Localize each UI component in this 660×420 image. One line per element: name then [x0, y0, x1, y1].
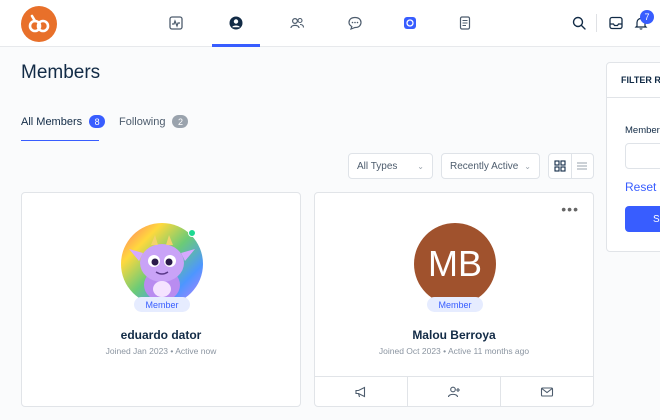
order-by-select[interactable]: Recently Active ⌄: [441, 153, 540, 179]
online-status-dot: [188, 229, 196, 237]
app-icon: [404, 17, 416, 29]
filter-divider: [607, 97, 660, 98]
filter-panel-title: FILTER RE: [621, 75, 660, 85]
more-options-button[interactable]: •••: [561, 202, 579, 216]
list-icon: [577, 162, 588, 170]
connect-button[interactable]: [407, 377, 500, 406]
message-button[interactable]: [500, 377, 593, 406]
inbox-icon: [609, 16, 623, 30]
nav-documents[interactable]: [454, 12, 476, 34]
nav-active-indicator: [212, 44, 260, 47]
chevron-down-icon: ⌄: [524, 161, 531, 171]
add-user-icon: [447, 386, 460, 397]
tab-following[interactable]: Following 2: [119, 115, 189, 128]
filter-submit-button[interactable]: S: [625, 206, 660, 232]
header-divider: [596, 14, 597, 32]
tab-count-badge: 8: [89, 115, 106, 128]
member-role-badge: Member: [427, 297, 483, 312]
member-type-select[interactable]: All Types ⌄: [348, 153, 433, 179]
inbox-button[interactable]: [605, 12, 627, 34]
member-name[interactable]: eduardo dator: [22, 328, 300, 342]
member-name[interactable]: Malou Berroya: [315, 328, 593, 342]
notification-count-badge: 7: [640, 10, 654, 24]
member-actions: [315, 376, 593, 406]
member-card[interactable]: Member eduardo dator Joined Jan 2023 • A…: [21, 192, 301, 407]
profile-icon: [229, 16, 243, 30]
nav-app[interactable]: [399, 12, 421, 34]
envelope-icon: [540, 386, 554, 397]
search-button[interactable]: [568, 12, 590, 34]
grid-icon: [554, 160, 566, 172]
top-bar: 7: [0, 0, 660, 47]
tab-label: Following: [119, 115, 166, 128]
avatar-initials: MB: [428, 243, 482, 284]
nav-messages[interactable]: [344, 12, 366, 34]
member-meta: Joined Jan 2023 • Active now: [105, 346, 217, 356]
page-title: Members: [21, 62, 101, 83]
filter-panel: FILTER RE Member Reset S: [606, 62, 660, 252]
select-value: All Types: [357, 160, 398, 172]
list-view-button[interactable]: [572, 154, 594, 178]
member-role-badge: Member: [134, 297, 190, 312]
avatar[interactable]: MB: [414, 223, 496, 305]
filter-field-label: Member: [625, 125, 660, 136]
tab-label: All Members: [21, 115, 83, 128]
active-tab-underline: [21, 140, 99, 141]
view-toggle: [548, 153, 594, 179]
select-value: Recently Active: [450, 160, 519, 172]
messages-icon: [348, 16, 362, 30]
megaphone-icon: [355, 386, 366, 397]
members-icon: [290, 17, 305, 29]
tab-all-members[interactable]: All Members 8: [21, 115, 106, 128]
activity-icon: [169, 16, 183, 30]
nav-profile[interactable]: [225, 12, 247, 34]
grid-view-button[interactable]: [549, 154, 572, 178]
nav-members[interactable]: [286, 12, 308, 34]
logo-icon: [28, 14, 50, 33]
site-logo[interactable]: [21, 6, 57, 42]
document-icon: [459, 16, 471, 30]
filter-field-input[interactable]: [625, 143, 660, 169]
tab-count-badge: 2: [172, 115, 189, 128]
chevron-down-icon: ⌄: [417, 161, 424, 171]
search-icon: [572, 16, 586, 30]
nav-activity[interactable]: [165, 12, 187, 34]
filter-reset-link[interactable]: Reset: [625, 180, 656, 194]
follow-button[interactable]: [315, 377, 407, 406]
member-meta: Joined Oct 2023 • Active 11 months ago: [378, 346, 530, 356]
member-card[interactable]: ••• MB Member Malou Berroya Joined Oct 2…: [314, 192, 594, 407]
